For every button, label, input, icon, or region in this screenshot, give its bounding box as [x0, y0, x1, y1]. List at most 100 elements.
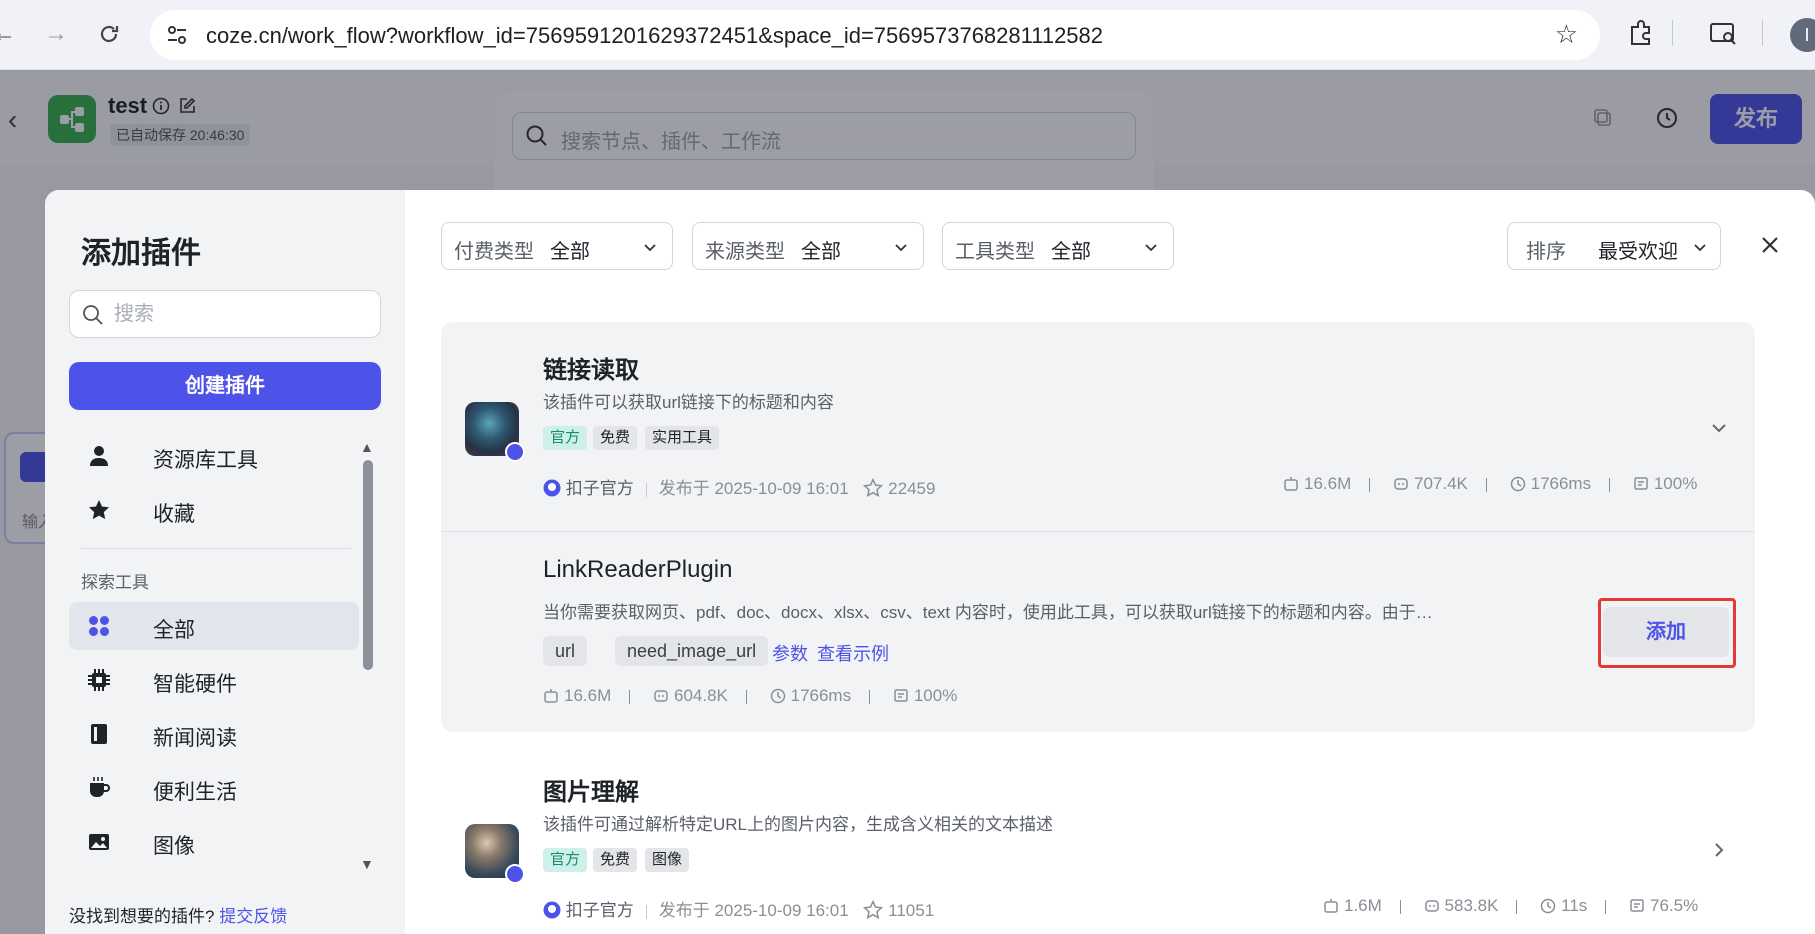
bookmark-star-icon[interactable]: ☆: [1555, 20, 1578, 48]
tag-official: 官方: [543, 426, 588, 450]
address-bar[interactable]: coze.cn/work_flow?workflow_id=7569591201…: [150, 10, 1600, 60]
feedback-footer: 没找到想要的插件? 提交反馈: [69, 902, 287, 927]
browser-toolbar: ← → coze.cn/work_flow?workflow_id=756959…: [0, 0, 1815, 70]
add-plugin-dialog: 添加插件 创建插件 资源库工具 收藏 探索工具 全部 智能硬件 新闻阅读: [45, 190, 1815, 934]
call-icon: [1424, 900, 1439, 912]
sidebar-item-life[interactable]: 便利生活: [69, 764, 359, 812]
coze-logo-icon: [543, 901, 561, 919]
chevron-right-icon[interactable]: [1709, 840, 1729, 860]
back-icon[interactable]: ←: [0, 20, 18, 48]
sort-key: 排序: [1526, 241, 1566, 263]
plugin-meta: 扣子官方 发布于 2025-10-09 16:01 22459: [543, 474, 935, 499]
sidebar-item-label: 资源库工具: [153, 449, 258, 472]
sidebar-item-smart-hardware[interactable]: 智能硬件: [69, 656, 359, 704]
scroll-down-arrow-icon[interactable]: ▼: [360, 856, 374, 872]
plugin-meta: 扣子官方 发布于 2025-10-09 16:01 11051: [543, 896, 934, 921]
star-icon: [89, 500, 109, 520]
plugin-stats: 1.6M 583.8K 11s 76.5%: [1323, 896, 1698, 916]
success-rate: 100%: [913, 686, 958, 705]
official-badge-icon: [505, 864, 525, 884]
official-badge-icon: [505, 442, 525, 462]
bot-icon: [1324, 899, 1338, 913]
clock-icon: [1540, 898, 1556, 914]
filter-pay-type[interactable]: 付费类型 全部: [441, 222, 673, 270]
sort-value: 最受欢迎: [1598, 241, 1678, 263]
param-tag-need-image-url: need_image_url: [615, 636, 769, 666]
sort-select[interactable]: 排序 最受欢迎: [1507, 222, 1721, 270]
search-icon: [83, 305, 103, 325]
tab-search-icon[interactable]: [1708, 18, 1738, 48]
favorite-count: 11051: [888, 901, 935, 920]
create-plugin-button[interactable]: 创建插件: [69, 362, 381, 410]
sidebar-divider: [81, 548, 351, 549]
latency: 11s: [1561, 896, 1588, 915]
filter-key: 来源类型: [705, 241, 785, 263]
sidebar-item-image[interactable]: 图像: [69, 818, 359, 866]
bot-icon: [544, 689, 558, 703]
coze-logo-icon: [543, 479, 561, 497]
add-button[interactable]: 添加: [1603, 607, 1729, 657]
site-info-icon[interactable]: [166, 24, 188, 46]
success-rate-icon: [1634, 477, 1648, 490]
feedback-link[interactable]: 提交反馈: [219, 907, 287, 926]
extensions-icon[interactable]: [1626, 18, 1656, 48]
filter-source-type[interactable]: 来源类型 全部: [692, 222, 924, 270]
sidebar-item-favorites[interactable]: 收藏: [69, 486, 359, 534]
reload-icon[interactable]: [97, 22, 121, 46]
filter-key: 工具类型: [955, 241, 1035, 263]
sidebar-item-label: 新闻阅读: [153, 727, 237, 750]
sidebar-item-news[interactable]: 新闻阅读: [69, 710, 359, 758]
tag-free: 免费: [593, 848, 638, 872]
person-icon: [90, 446, 108, 466]
success-rate-icon: [894, 689, 908, 702]
plugin-description: 该插件可以获取url链接下的标题和内容: [543, 393, 834, 412]
chevron-down-icon: [895, 244, 907, 252]
call-count: 604.8K: [673, 686, 728, 705]
sidebar-section-label: 探索工具: [81, 573, 149, 592]
plugin-search[interactable]: [69, 290, 381, 338]
tool-stats: 16.6M 604.8K 1766ms 100%: [543, 686, 957, 706]
filter-value: 全部: [801, 241, 841, 263]
sidebar-item-label: 便利生活: [153, 781, 237, 804]
close-icon[interactable]: [1755, 230, 1785, 260]
success-rate: 76.5%: [1650, 896, 1699, 915]
profile-avatar[interactable]: I: [1790, 18, 1815, 52]
bot-usage: 16.6M: [1304, 474, 1352, 493]
call-count: 707.4K: [1413, 474, 1468, 493]
filter-key: 付费类型: [454, 241, 534, 263]
sidebar-item-label: 全部: [153, 619, 195, 642]
tool-description: 当你需要获取网页、pdf、doc、docx、xlsx、csv、text 内容时，…: [543, 603, 1433, 622]
dialog-title: 添加插件: [81, 237, 201, 270]
params-link[interactable]: 参数: [772, 640, 808, 666]
image-icon: [89, 834, 109, 850]
view-example-link[interactable]: 查看示例: [817, 640, 889, 666]
chevron-down-icon[interactable]: [1709, 418, 1729, 438]
url-text[interactable]: coze.cn/work_flow?workflow_id=7569591201…: [206, 23, 1103, 49]
call-icon: [654, 690, 668, 702]
plugin-search-input[interactable]: [114, 301, 364, 327]
clock-icon: [770, 688, 785, 704]
sidebar-scrollbar-thumb[interactable]: [363, 460, 373, 670]
forward-icon[interactable]: →: [42, 20, 70, 48]
bot-usage: 1.6M: [1344, 896, 1382, 915]
sidebar-item-library-tools[interactable]: 资源库工具: [69, 432, 359, 480]
sidebar-item-label: 智能硬件: [153, 673, 237, 696]
favorite-count: 22459: [888, 479, 936, 498]
chevron-down-icon: [1145, 244, 1157, 252]
filter-tool-type[interactable]: 工具类型 全部: [942, 222, 1174, 270]
tool-title: LinkReaderPlugin: [543, 556, 733, 583]
plugin-sidebar: 添加插件 创建插件 资源库工具 收藏 探索工具 全部 智能硬件 新闻阅读: [45, 190, 405, 934]
scroll-up-arrow-icon[interactable]: ▲: [360, 439, 374, 455]
clock-icon: [1510, 476, 1525, 492]
tag-official: 官方: [543, 848, 588, 872]
success-rate: 100%: [1653, 474, 1698, 493]
sidebar-item-all[interactable]: 全部: [69, 602, 359, 650]
published-date: 发布于 2025-10-09 16:01: [658, 479, 849, 498]
sidebar-item-label: 收藏: [153, 503, 195, 526]
success-rate-icon: [1630, 899, 1644, 912]
plugin-thumbnail: [465, 824, 525, 884]
star-outline-icon[interactable]: [863, 477, 884, 498]
chip-icon: [88, 669, 110, 691]
star-outline-icon[interactable]: [863, 899, 884, 920]
filter-value: 全部: [550, 241, 590, 263]
